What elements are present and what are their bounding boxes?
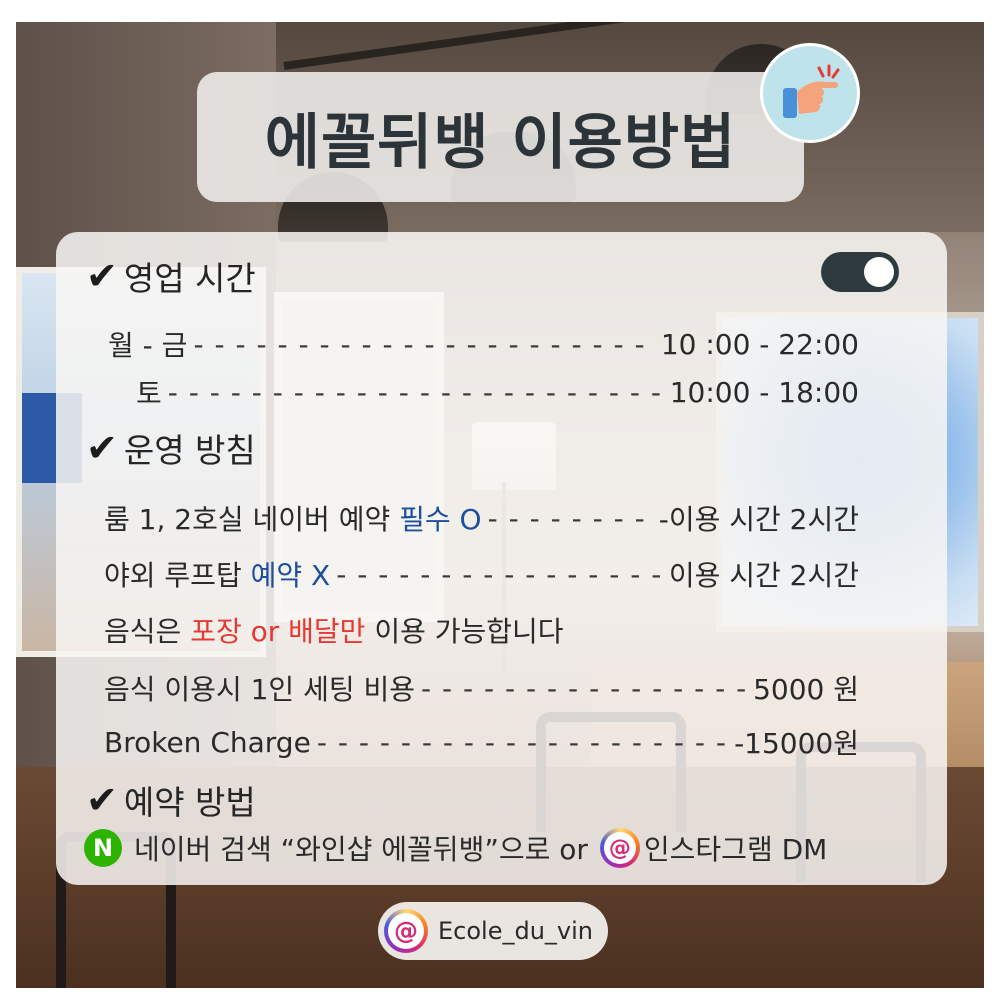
policy-row-food: 음식은 포장 or 배달만 이용 가능합니다 [104, 610, 859, 650]
policy-rooftop-label: 야외 루프탑 예약 X [104, 554, 330, 594]
toggle-knob [864, 257, 894, 287]
reserve-search-text: 네이버 검색 “와인샵 에꼴뒤뱅”으로 or [134, 833, 588, 866]
policy-rooftop-prefix: 야외 루프탑 [104, 559, 251, 592]
pointing-hand-icon [760, 43, 860, 143]
policy-broken-label: Broken Charge [104, 725, 311, 759]
poster: 에꼴뒤뱅 이용방법 ✔ 영업 시간 월 - 금 - - - - - - - - … [0, 0, 1000, 1000]
hours-heading-label: 영업 시간 [123, 259, 256, 298]
instagram-handle-pill[interactable]: @ Ecole_du_vin [378, 902, 608, 960]
toggle-switch[interactable] [821, 252, 899, 292]
policy-food-prefix: 음식은 [104, 615, 191, 648]
hours-time: 10:00 - 18:00 [669, 375, 859, 409]
policy-food-suffix: 이용 가능합니다 [365, 615, 564, 648]
policy-setting-label: 음식 이용시 1인 세팅 비용 [104, 673, 416, 706]
policy-food-text: 음식은 포장 or 배달만 이용 가능합니다 [104, 610, 564, 650]
policy-room-label: 룸 1, 2호실 네이버 예약 필수 O [104, 498, 482, 538]
hours-day: 토 [136, 377, 162, 410]
naver-icon: N [84, 829, 122, 867]
instagram-icon: @ [599, 828, 640, 868]
policy-food-highlight: 포장 or 배달만 [190, 615, 366, 648]
pointing-hand-icon-graphic [783, 64, 840, 118]
instagram-glyph: @ [603, 832, 636, 864]
policy-heading-label: 운영 방침 [123, 431, 256, 470]
hours-row-weekday: 월 - 금 - - - - - - - - - - - - - - - - - … [108, 324, 859, 364]
dotted-leader: - - - - - - - - - - - - - - - - - - - - … [316, 725, 728, 759]
page-title: 에꼴뒤뱅 이용방법 [264, 107, 737, 178]
policy-row-room: 룸 1, 2호실 네이버 예약 필수 O - - - - - - - - - -… [104, 498, 859, 538]
policy-row-broken: Broken Charge - - - - - - - - - - - - - … [104, 722, 859, 762]
policy-room-prefix: 룸 1, 2호실 네이버 예약 [104, 503, 400, 536]
check-icon: ✔ [86, 254, 118, 298]
dotted-leader: - - - - - - - - - - - - - - - - - - - - … [336, 557, 663, 591]
reserve-heading-label: 예약 방법 [123, 783, 256, 822]
policy-setting-price: 5000 원 [753, 673, 859, 706]
policy-room-duration: -이용 시간 2시간 [658, 503, 859, 536]
instagram-handle: Ecole_du_vin [438, 917, 594, 945]
policy-broken-price: -15000원 [734, 727, 859, 760]
policy-rooftop-highlight: 예약 X [250, 559, 331, 592]
dotted-leader: - - - - - - - - - - - - - - - - - - - - … [421, 671, 748, 705]
dotted-leader: - - - - - - - - - - - - - - - - - - - - … [193, 327, 654, 361]
policy-row-setting: 음식 이용시 1인 세팅 비용 - - - - - - - - - - - - … [104, 668, 859, 708]
instagram-icon: @ [384, 909, 428, 953]
info-panel: ✔ 영업 시간 월 - 금 - - - - - - - - - - - - - … [56, 232, 947, 885]
policy-room-highlight: 필수 O [399, 503, 482, 536]
policy-row-rooftop: 야외 루프탑 예약 X - - - - - - - - - - - - - - … [104, 554, 859, 594]
title-banner: 에꼴뒤뱅 이용방법 [197, 72, 804, 202]
dotted-leader: - - - - - - - - - - - - - - - - - - - - … [167, 375, 664, 409]
reserve-row: N 네이버 검색 “와인샵 에꼴뒤뱅”으로 or @ 인스타그램 DM [84, 828, 827, 868]
hours-time: 10 :00 - 22:00 [660, 327, 859, 361]
hours-heading: ✔ 영업 시간 [86, 252, 256, 300]
reserve-heading: ✔ 예약 방법 [86, 776, 256, 824]
check-icon: ✔ [86, 778, 118, 822]
hours-day: 월 - 금 [108, 329, 188, 362]
dotted-leader: - - - - - - - - - - - - - - - - - - - - … [487, 501, 653, 535]
policy-heading: ✔ 운영 방침 [86, 424, 256, 472]
instagram-glyph: @ [388, 913, 424, 949]
check-icon: ✔ [86, 426, 118, 470]
reserve-dm-text: 인스타그램 DM [643, 833, 828, 866]
policy-rooftop-duration: 이용 시간 2시간 [668, 559, 859, 592]
hours-row-saturday: 토 - - - - - - - - - - - - - - - - - - - … [136, 372, 859, 412]
